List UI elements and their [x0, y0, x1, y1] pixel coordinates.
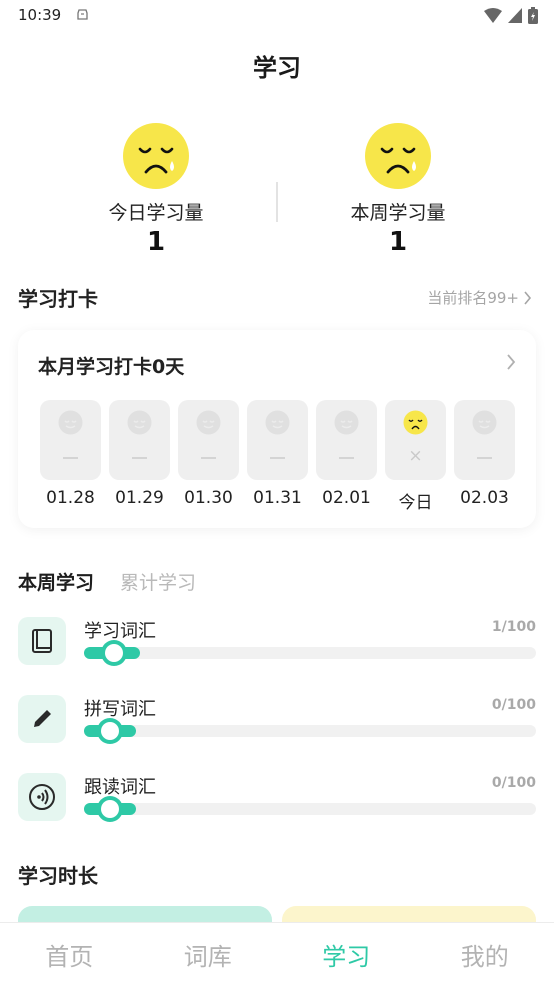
- checkin-day-label: 01.30: [184, 488, 233, 508]
- progress-label: 拼写词汇: [84, 699, 156, 720]
- checkin-card-title: 本月学习打卡0天: [38, 356, 185, 378]
- rank-link[interactable]: 当前排名99+: [427, 287, 532, 308]
- checkin-day: 02.03: [454, 400, 515, 513]
- audio-icon: [18, 773, 66, 821]
- checkin-header: 学习打卡 当前排名99+: [18, 283, 536, 312]
- tab-total[interactable]: 累计学习: [120, 568, 196, 595]
- dash-mark: [201, 457, 216, 459]
- progress-track: [84, 640, 536, 666]
- neutral-face-icon: [265, 410, 290, 435]
- chevron-right-icon[interactable]: [506, 354, 516, 370]
- checkin-day-box: [316, 400, 377, 480]
- checkin-day-box: [40, 400, 101, 480]
- neutral-face-icon: [58, 410, 83, 435]
- progress-row-learn: 学习词汇 1/100: [18, 617, 536, 667]
- chevron-right-icon: [524, 290, 532, 305]
- progress-label: 学习词汇: [84, 621, 156, 642]
- tab-this-week[interactable]: 本周学习: [18, 568, 94, 595]
- checkin-card[interactable]: 本月学习打卡0天 01.28 01.29 01.30 01.31 02.01 × 今日 02.…: [18, 330, 536, 528]
- signal-icon: [508, 8, 522, 23]
- status-bar: 10:39: [0, 0, 554, 32]
- checkin-day-box: [109, 400, 170, 480]
- today-summary: 今日学习量 1: [56, 122, 256, 257]
- checkin-day-box: ×: [385, 400, 446, 480]
- notification-icon: [77, 9, 88, 20]
- today-label: 今日学习量: [108, 202, 204, 224]
- summary-divider: [276, 182, 278, 222]
- checkin-day: 01.29: [109, 400, 170, 513]
- neutral-face-icon: [334, 410, 359, 435]
- progress-knob: [101, 640, 127, 666]
- dash-mark: [132, 457, 147, 459]
- checkin-day-label: 02.03: [460, 488, 509, 508]
- dash-mark: [339, 457, 354, 459]
- dash-mark: [270, 457, 285, 459]
- checkin-day-label: 02.01: [322, 488, 371, 508]
- bottom-nav: 首页 词库 学习 我的: [0, 922, 554, 984]
- checkin-day-box: [247, 400, 308, 480]
- checkin-day-box: [454, 400, 515, 480]
- dash-mark: [477, 457, 492, 459]
- week-value: 1: [388, 227, 408, 257]
- sad-face-icon: [365, 123, 431, 189]
- progress-row-spell: 拼写词汇 0/100: [18, 695, 536, 745]
- book-icon: [18, 617, 66, 665]
- checkin-day-label: 01.29: [115, 488, 164, 508]
- progress-count: 1/100: [491, 619, 536, 635]
- battery-icon: [528, 7, 538, 24]
- checkin-day: 01.31: [247, 400, 308, 513]
- checkin-day: × 今日: [385, 400, 446, 513]
- nav-study[interactable]: 学习: [277, 923, 416, 984]
- week-summary: 本周学习量 1: [298, 122, 498, 257]
- page-title: 学习: [253, 54, 301, 82]
- progress-track: [84, 718, 536, 744]
- progress-count: 0/100: [491, 697, 536, 713]
- neutral-face-icon: [127, 410, 152, 435]
- rank-text: 当前排名99+: [427, 289, 519, 307]
- progress-tabs: 本周学习 累计学习: [18, 568, 196, 595]
- progress-label: 跟读词汇: [84, 777, 156, 798]
- week-label: 本周学习量: [350, 202, 446, 224]
- duration-title: 学习时长: [18, 864, 98, 888]
- progress-count: 0/100: [491, 775, 536, 791]
- checkin-day-label: 01.28: [46, 488, 95, 508]
- pencil-icon: [18, 695, 66, 743]
- checkin-day-box: [178, 400, 239, 480]
- sad-face-icon: [123, 123, 189, 189]
- progress-track: [84, 796, 536, 822]
- checkin-day-label: 01.31: [253, 488, 302, 508]
- today-value: 1: [146, 227, 166, 257]
- nav-mine[interactable]: 我的: [416, 923, 554, 984]
- checkin-day: 02.01: [316, 400, 377, 513]
- study-summary: 今日学习量 1 本周学习量 1: [0, 122, 554, 262]
- dash-mark: [63, 457, 78, 459]
- nav-wordbank[interactable]: 词库: [139, 923, 278, 984]
- checkin-day: 01.30: [178, 400, 239, 513]
- wifi-icon: [484, 8, 502, 23]
- neutral-face-icon: [472, 410, 497, 435]
- status-time: 10:39: [18, 6, 62, 24]
- sad-face-icon: [403, 410, 428, 435]
- nav-home[interactable]: 首页: [0, 923, 139, 984]
- checkin-day-label: 今日: [398, 493, 433, 513]
- status-icons: [484, 7, 538, 24]
- neutral-face-icon: [196, 410, 221, 435]
- cross-icon: ×: [408, 446, 423, 466]
- progress-knob: [97, 796, 123, 822]
- progress-row-read: 跟读词汇 0/100: [18, 773, 536, 823]
- progress-knob: [97, 718, 123, 744]
- checkin-day: 01.28: [40, 400, 101, 513]
- checkin-days: 01.28 01.29 01.30 01.31 02.01 × 今日 02.03: [40, 400, 515, 513]
